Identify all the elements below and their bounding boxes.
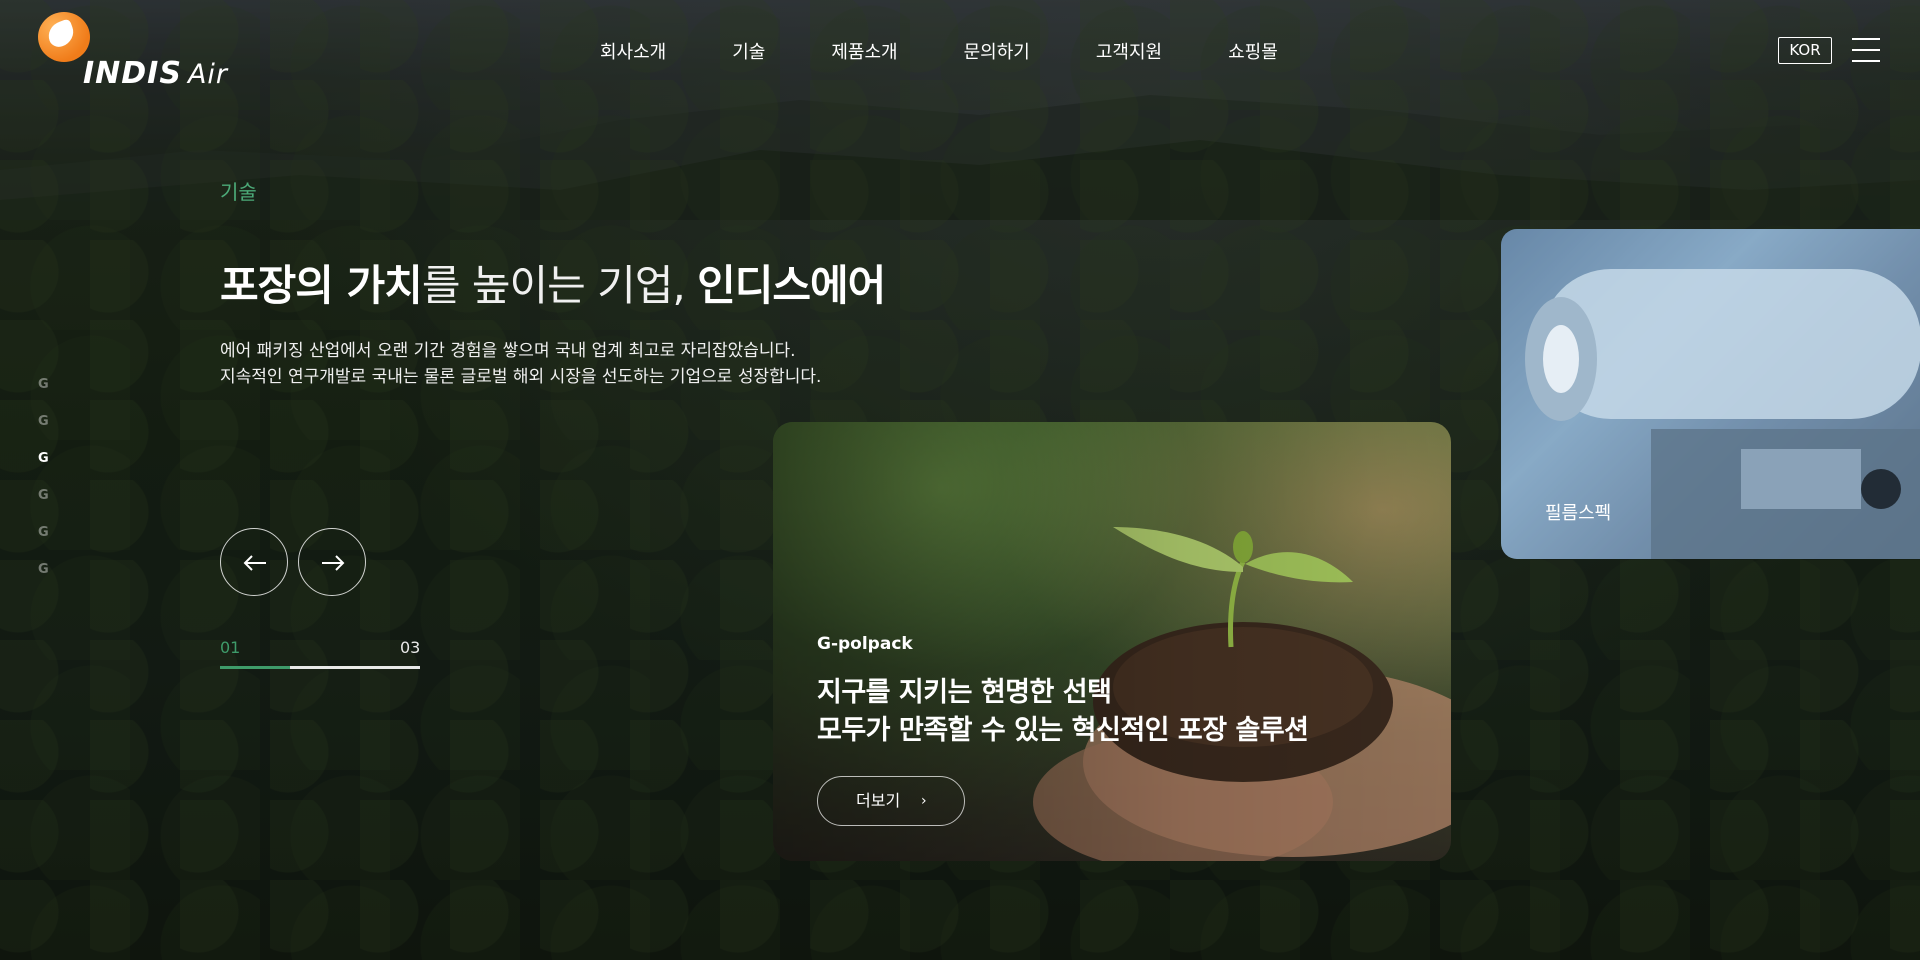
card-title: 지구를 지키는 현명한 선택 모두가 만족할 수 있는 혁신적인 포장 솔루션 [817, 677, 1309, 746]
nav-item-shop[interactable]: 쇼핑몰 [1228, 38, 1278, 64]
next-card-label: 필름스펙 [1545, 503, 1612, 524]
prev-slide-button[interactable] [220, 528, 288, 596]
arrow-right-icon [322, 555, 345, 571]
side-section-nav: G G G G G G [38, 378, 52, 600]
more-button[interactable]: 더보기 › [817, 776, 965, 826]
side-nav-dot-icon[interactable]: G [38, 452, 52, 466]
logo-wordmark: INDIS Air [83, 56, 229, 91]
nav-item-company[interactable]: 회사소개 [600, 38, 666, 64]
indis-air-logo[interactable]: INDIS Air [38, 12, 238, 92]
nav-item-technology[interactable]: 기술 [732, 38, 765, 64]
hero-description: 에어 패키징 산업에서 오랜 기간 경험을 쌓으며 국내 업계 최고로 자리잡았… [220, 341, 822, 387]
nav-item-support[interactable]: 고객지원 [1096, 38, 1162, 64]
nav-item-inquiry[interactable]: 문의하기 [964, 38, 1030, 64]
product-card-next[interactable]: 필름스펙 [1501, 229, 1920, 559]
logo-mark-icon [38, 12, 90, 62]
slide-progress-fill [220, 666, 290, 669]
side-nav-dot-icon[interactable]: G [38, 526, 52, 540]
menu-icon[interactable] [1852, 38, 1880, 62]
next-slide-button[interactable] [298, 528, 366, 596]
product-card-active[interactable]: G-polpack 지구를 지키는 현명한 선택 모두가 만족할 수 있는 혁신… [773, 422, 1451, 861]
slide-total-number: 03 [400, 638, 421, 657]
chevron-right-icon: › [921, 793, 927, 809]
main-nav: 회사소개 기술 제품소개 문의하기 고객지원 쇼핑몰 [600, 38, 1344, 64]
slide-current-number: 01 [220, 638, 241, 657]
section-label: 기술 [220, 180, 257, 204]
arrow-left-icon [243, 555, 266, 571]
side-nav-dot-icon[interactable]: G [38, 415, 52, 429]
hero-title: 포장의 가치를 높이는 기업, 인디스에어 [220, 261, 886, 310]
language-button[interactable]: KOR [1778, 37, 1832, 64]
card-tag: G-polpack [817, 634, 913, 654]
slide-progress-bar [220, 666, 420, 669]
side-nav-dot-icon[interactable]: G [38, 563, 52, 577]
side-nav-dot-icon[interactable]: G [38, 489, 52, 503]
side-nav-dot-icon[interactable]: G [38, 378, 52, 392]
nav-item-products[interactable]: 제품소개 [831, 38, 897, 64]
